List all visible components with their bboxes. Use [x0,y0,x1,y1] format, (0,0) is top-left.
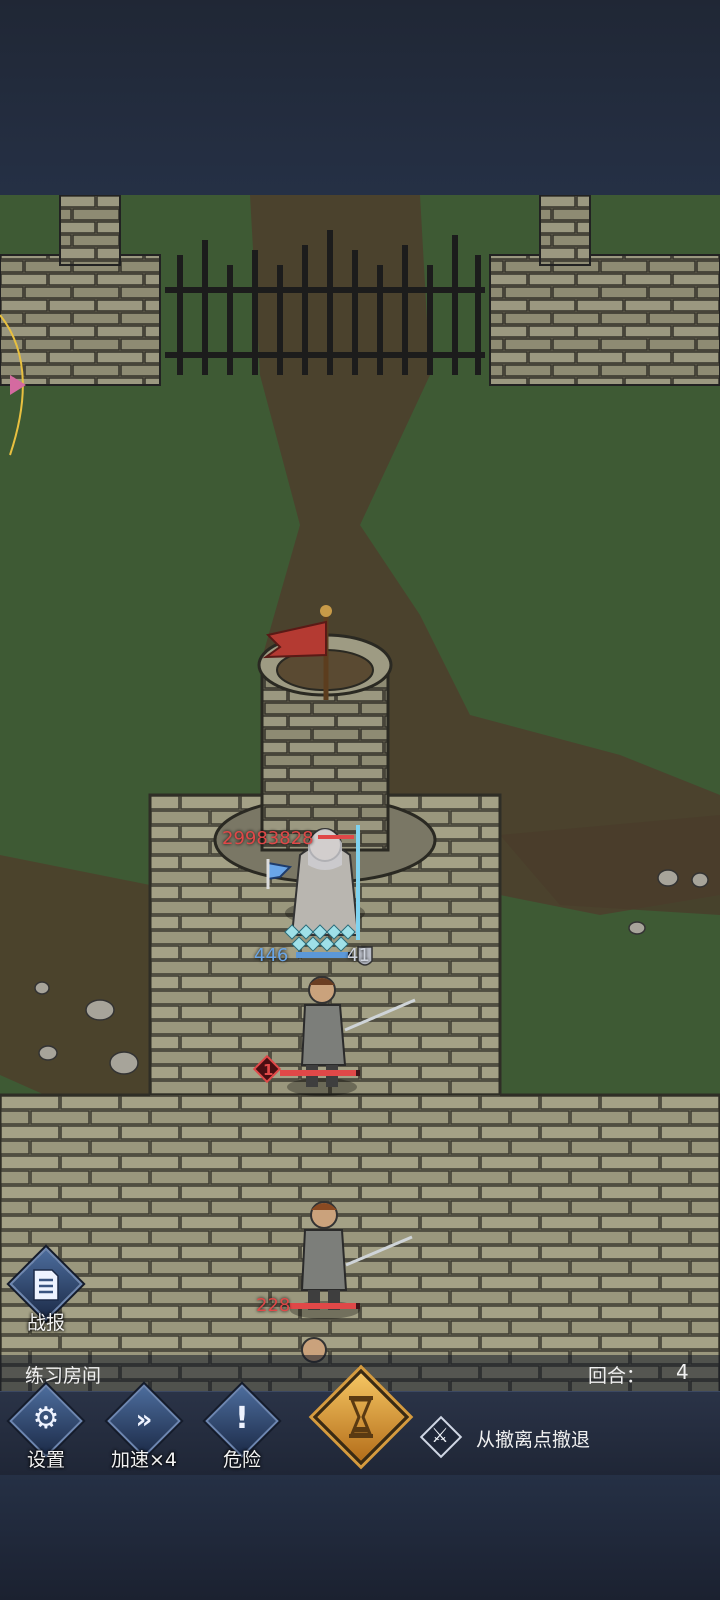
gear-icon: ⚙ [32,1401,60,1436]
document-icon [33,1269,59,1301]
hero-armor-value: 41 [347,945,370,966]
speed-label: 加速×4 [110,1449,177,1471]
speed-button[interactable]: » 加速×4 [98,1384,190,1475]
turn-label: 回合： [588,1365,646,1387]
danger-button[interactable]: ! 危险 [196,1384,288,1475]
bottom-frame [0,1475,720,1600]
battle-map[interactable]: 29983828 446 41 1 228 [0,195,720,1395]
map-art [0,195,720,1395]
crossed-swords-icon: ⚔ [431,1423,449,1447]
enemy1-level-value: 1 [263,1061,274,1079]
turn-value: 4 [676,1360,689,1384]
fast-forward-icon: » [135,1405,153,1435]
settings-label: 设置 [26,1449,65,1471]
enemy2-hp-value: 228 [256,1295,291,1316]
settings-button[interactable]: ⚙ 设置 [0,1384,92,1475]
battle-report-label: 战报 [26,1312,65,1334]
top-frame [0,0,720,195]
boss-hp-value: 29983828 [222,828,314,849]
retreat-label: 从撤离点撤退 [476,1429,591,1451]
danger-label: 危险 [222,1449,261,1471]
end-turn-button[interactable] [312,1368,410,1466]
exclamation-icon: ! [235,1401,249,1436]
hero-hp-value: 446 [254,945,289,966]
battle-report-button[interactable]: 战报 [0,1247,92,1338]
room-name: 练习房间 [25,1365,102,1387]
hourglass-icon [349,1396,373,1438]
